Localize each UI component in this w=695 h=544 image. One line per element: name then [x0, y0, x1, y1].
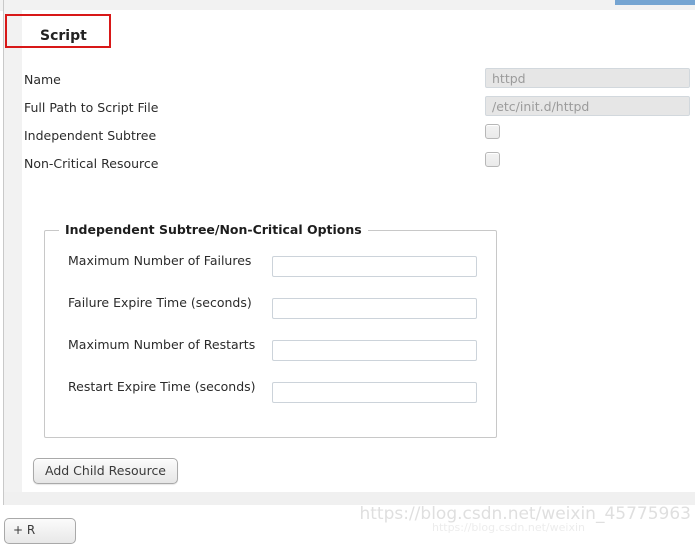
form-row-name: Name — [22, 68, 695, 96]
field-wrap-restart-expire-time — [272, 382, 477, 403]
maximum-number-of-restarts-input[interactable] — [272, 340, 477, 361]
fieldset-row-failure-expire-time: Failure Expire Time (seconds) — [45, 295, 496, 337]
label-name: Name — [24, 72, 61, 87]
full-path-to-script-file-input[interactable] — [485, 96, 690, 116]
tabstrip: Script — [22, 17, 105, 57]
left-gutter — [4, 10, 22, 492]
independent-subtree-options-fieldset: Independent Subtree/Non-Critical Options… — [44, 222, 497, 438]
failure-expire-time-input[interactable] — [272, 298, 477, 319]
script-resource-panel: Script Name Full Path to Script File Ind… — [22, 10, 695, 492]
non-critical-resource-checkbox[interactable] — [485, 152, 500, 167]
label-non-critical-resource: Non-Critical Resource — [24, 156, 159, 171]
clipped-bottom-button[interactable]: + R — [4, 518, 76, 544]
field-wrap-name — [485, 68, 690, 88]
top-accent-bar — [615, 0, 695, 5]
independent-subtree-checkbox[interactable] — [485, 124, 500, 139]
form-row-independent-subtree: Independent Subtree — [22, 124, 695, 152]
fieldset-row-restart-expire-time: Restart Expire Time (seconds) — [45, 379, 496, 421]
field-wrap-failure-expire-time — [272, 298, 477, 319]
field-wrap-max-restarts — [272, 340, 477, 361]
label-full-path-to-script-file: Full Path to Script File — [24, 100, 159, 115]
tab-script[interactable]: Script — [22, 17, 105, 54]
label-maximum-number-of-failures: Maximum Number of Failures — [68, 253, 252, 268]
name-input[interactable] — [485, 68, 690, 88]
action-row: Add Child Resource — [22, 458, 179, 484]
label-restart-expire-time: Restart Expire Time (seconds) — [68, 379, 256, 394]
bottom-band — [4, 492, 695, 505]
maximum-number-of-failures-input[interactable] — [272, 256, 477, 277]
fieldset-legend: Independent Subtree/Non-Critical Options — [59, 222, 368, 237]
label-maximum-number-of-restarts: Maximum Number of Restarts — [68, 337, 256, 352]
label-independent-subtree: Independent Subtree — [24, 128, 157, 143]
field-wrap-max-failures — [272, 256, 477, 277]
fieldset-row-max-restarts: Maximum Number of Restarts — [45, 337, 496, 379]
restart-expire-time-input[interactable] — [272, 382, 477, 403]
bottom-gap — [0, 505, 695, 531]
script-properties-form: Name Full Path to Script File Independen… — [22, 68, 695, 180]
form-row-non-critical-resource: Non-Critical Resource — [22, 152, 695, 180]
field-wrap-independent-subtree — [485, 124, 500, 142]
fieldset-row-max-failures: Maximum Number of Failures — [45, 253, 496, 295]
field-wrap-non-critical-resource — [485, 152, 500, 170]
field-wrap-script-path — [485, 96, 690, 116]
fieldset-body: Maximum Number of Failures Failure Expir… — [45, 253, 496, 421]
form-row-script-path: Full Path to Script File — [22, 96, 695, 124]
page-root: Script Name Full Path to Script File Ind… — [0, 0, 695, 544]
label-failure-expire-time: Failure Expire Time (seconds) — [68, 295, 252, 310]
add-child-resource-button[interactable]: Add Child Resource — [33, 458, 179, 484]
